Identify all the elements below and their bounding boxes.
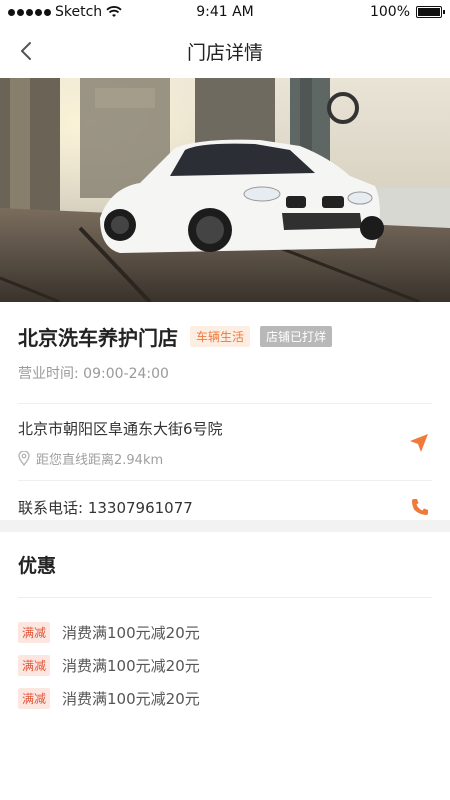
back-button[interactable] <box>12 36 40 66</box>
promotion-item[interactable]: 满减 消费满100元减20元 <box>18 682 432 715</box>
status-bar: Sketch 9:41 AM 100% <box>0 0 450 24</box>
status-left: Sketch <box>8 4 122 20</box>
store-info-section: 北京洗车养护门店 车辆生活 店铺已打烊 营业时间: 09:00-24:00 北京… <box>0 302 450 533</box>
navigate-arrow-icon[interactable] <box>408 432 430 454</box>
phone-icon[interactable] <box>410 497 430 517</box>
chevron-left-icon <box>21 42 31 60</box>
car-photo <box>0 78 450 302</box>
promotion-text: 消费满100元减20元 <box>62 624 200 642</box>
status-right: 100% <box>369 4 445 20</box>
battery-percent: 100% <box>369 4 410 20</box>
distance-row: 距您直线距离2.94km <box>18 449 432 468</box>
page-title: 门店详情 <box>186 41 263 64</box>
phone-number: 联系电话: 13307961077 <box>18 498 193 517</box>
promotion-tag: 满减 <box>18 622 51 643</box>
store-address: 北京市朝阳区阜通东大街6号院 <box>18 420 223 438</box>
navigation-bar: 门店详情 <box>0 24 450 78</box>
promotion-tag: 满减 <box>18 655 51 676</box>
store-name-row: 北京洗车养护门店 车辆生活 店铺已打烊 <box>18 322 432 351</box>
business-hours: 营业时间: 09:00-24:00 <box>18 366 169 382</box>
promotion-text: 消费满100元减20元 <box>62 657 200 675</box>
promotion-item[interactable]: 满减 消费满100元减20元 <box>18 616 432 649</box>
promotions-list: 满减 消费满100元减20元 满减 消费满100元减20元 满减 消费满100元… <box>18 598 432 715</box>
status-badge: 店铺已打烊 <box>260 326 333 347</box>
promotion-text: 消费满100元减20元 <box>62 690 200 708</box>
category-tag: 车辆生活 <box>190 326 251 347</box>
promotion-tag: 满减 <box>18 688 51 709</box>
promotion-item[interactable]: 满减 消费满100元减20元 <box>18 649 432 682</box>
store-name: 北京洗车养护门店 <box>18 326 178 350</box>
store-hero-image <box>0 78 450 302</box>
address-row[interactable]: 北京市朝阳区阜通东大街6号院 距您直线距离2.94km <box>18 404 432 480</box>
battery-icon <box>416 6 445 18</box>
promotions-section: 优惠 满减 消费满100元减20元 满减 消费满100元减20元 满减 消费满1… <box>0 532 450 715</box>
promotions-title: 优惠 <box>18 555 57 577</box>
carrier-label: Sketch <box>55 4 103 20</box>
location-pin-icon <box>18 451 30 466</box>
distance-text: 距您直线距离2.94km <box>36 453 164 468</box>
signal-icon <box>8 8 51 16</box>
wifi-icon <box>106 6 122 17</box>
section-gap <box>0 520 450 532</box>
